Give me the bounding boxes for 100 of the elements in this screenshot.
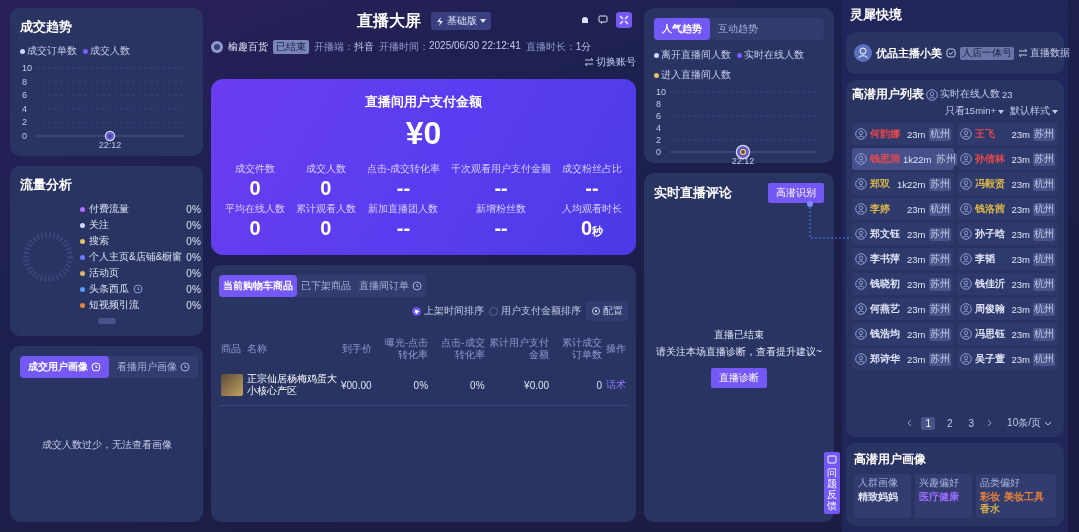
- axis-tick-label: 10: [656, 87, 666, 97]
- table-cell: 0%: [470, 379, 485, 391]
- user-name: 钱晓初: [870, 277, 900, 291]
- panel-title: 灵犀快境: [849, 6, 903, 24]
- user-name: 钱洛茜: [974, 202, 1005, 216]
- watch-time: 23m: [907, 128, 926, 140]
- card-title: 成交趋势: [20, 18, 73, 36]
- city-tag: 苏州: [928, 352, 951, 366]
- column-header: 曝光-点击转化率: [383, 336, 430, 362]
- legend-label: 成交订单数: [27, 44, 77, 58]
- user-name: 孙倩林: [974, 152, 1005, 166]
- watch-time: 23m: [907, 203, 926, 215]
- city-tag: 苏州: [934, 152, 957, 166]
- axis-tick-label: 2: [22, 117, 27, 128]
- traffic-share: 0%: [186, 267, 201, 279]
- legend-label: 离开直播间人数: [661, 48, 731, 62]
- watch-time: 23m: [1011, 128, 1030, 140]
- city-tag: 苏州: [928, 302, 951, 316]
- axis-tick-label: 10: [22, 63, 32, 73]
- traffic-share: 0%: [186, 203, 201, 215]
- user-name: 吴子萱: [974, 352, 1005, 366]
- metric-value: --: [396, 176, 411, 200]
- watch-time: 23m: [1011, 203, 1030, 215]
- metric-label: 点击-成交转化率: [366, 162, 441, 176]
- product-name: 正宗仙居杨梅鸡蛋大小核心产区: [247, 373, 337, 397]
- status-text: 直播已结束: [714, 327, 764, 342]
- metric-value: --: [585, 176, 599, 200]
- axis-tick-label: 0: [22, 131, 27, 141]
- traffic-source: 头条西瓜: [89, 282, 129, 296]
- metric-label: 人均观看时长: [561, 202, 622, 216]
- metric-value: 0: [249, 216, 261, 240]
- user-name: 王飞: [974, 127, 995, 141]
- axis-tick-label: 8: [656, 99, 661, 109]
- sort-label: 上架时间排序: [424, 304, 484, 318]
- metric-unit: 秒: [592, 225, 604, 239]
- user-name: 何燕艺: [870, 302, 900, 316]
- user-name: 郑双: [870, 177, 890, 191]
- metric-value: 0: [320, 216, 332, 240]
- card-title: 流量分析: [20, 176, 73, 194]
- city-tag: 苏州: [928, 277, 951, 291]
- city-tag: 杭州: [1033, 302, 1055, 316]
- city-tag: 苏州: [928, 227, 951, 241]
- payment-amount: ¥0: [405, 115, 442, 152]
- info-label: 开播端：: [314, 40, 354, 54]
- column-header: 到手价: [340, 342, 373, 356]
- city-tag: 杭州: [1033, 327, 1055, 341]
- info-label: 开播时间：: [379, 40, 429, 54]
- watch-time: 1k22m: [903, 153, 932, 165]
- user-name: 李婷: [870, 202, 890, 216]
- table-cell: ¥0.00: [524, 379, 550, 391]
- metric-value: --: [494, 176, 508, 200]
- axis-tick-label: 22:12: [731, 156, 755, 166]
- status-badge: 已结束: [273, 40, 309, 54]
- traffic-share: 0%: [186, 299, 201, 311]
- portrait-tag: 香水: [980, 503, 1001, 515]
- info-value: 2025/06/30 22:12:41: [429, 40, 521, 53]
- city-tag: 苏州: [928, 252, 951, 266]
- user-name: 冯毅贤: [974, 177, 1005, 191]
- user-name: 李韬: [974, 252, 995, 266]
- column-header: 名称: [246, 342, 268, 356]
- watch-time: 23m: [907, 328, 926, 340]
- portrait-tag: 精致妈妈: [858, 491, 898, 503]
- metric-value: 0: [320, 176, 332, 200]
- traffic-source: 短视频引流: [89, 298, 139, 312]
- metric-label: 成交人数: [305, 162, 346, 176]
- user-name: 冯思钰: [974, 327, 1005, 341]
- city-tag: 杭州: [1033, 277, 1055, 291]
- info-value: 1分: [575, 40, 592, 54]
- city-tag: 杭州: [1033, 227, 1055, 241]
- column-header: 商品: [220, 342, 242, 356]
- axis-tick-label: 6: [656, 111, 661, 121]
- user-name: 钱思洞: [870, 152, 900, 166]
- watch-time: 23m: [1011, 178, 1030, 190]
- city-tag: 苏州: [1033, 152, 1055, 166]
- axis-tick-label: 4: [656, 123, 661, 133]
- watch-time: 1k22m: [897, 178, 926, 190]
- online-count-label: 实时在线人数: [940, 88, 1000, 101]
- empty-message: 成交人数过少，无法查看画像: [41, 438, 172, 452]
- metric-value: --: [494, 216, 508, 240]
- metric-label: 平均在线人数: [225, 202, 285, 216]
- axis-tick-label: 2: [656, 135, 661, 145]
- axis-tick-label: 4: [22, 103, 27, 114]
- city-tag: 杭州: [928, 127, 951, 141]
- column-header: 累计成交订单数: [561, 336, 603, 362]
- axis-tick-label: 0: [656, 147, 661, 157]
- metric-label: 新增粉丝数: [476, 202, 527, 216]
- traffic-share: 0%: [186, 251, 201, 263]
- info-label: 直播时长：: [525, 40, 576, 54]
- portrait-label: 人群画像: [858, 477, 899, 490]
- account-type-badge: 人店一体号: [960, 46, 1014, 60]
- card-title: 实时直播评论: [654, 184, 732, 202]
- watch-time: 23m: [1011, 253, 1030, 265]
- table-cell: 0%: [413, 379, 429, 391]
- user-name: 钱佳沂: [974, 277, 1005, 291]
- watch-time: 23m: [907, 253, 926, 265]
- metric-value: --: [396, 216, 411, 240]
- column-header: 点击-成交转化率: [440, 336, 486, 362]
- watch-time: 23m: [907, 353, 926, 365]
- metric-label: 成交件数: [235, 162, 275, 176]
- user-name: 郑文钰: [870, 227, 900, 241]
